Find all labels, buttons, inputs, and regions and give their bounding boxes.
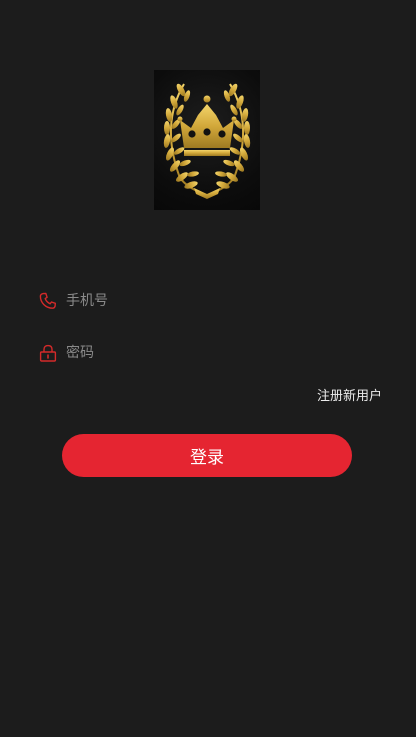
password-field[interactable]: [38, 339, 378, 367]
lock-icon: [38, 343, 58, 363]
register-link[interactable]: 注册新用户: [317, 385, 382, 404]
crown-laurel-icon: [163, 83, 251, 199]
app-logo: [154, 70, 260, 210]
phone-input[interactable]: [66, 289, 378, 313]
password-input[interactable]: [66, 341, 378, 365]
phone-icon: [38, 291, 58, 311]
phone-field[interactable]: [38, 287, 378, 315]
login-button[interactable]: 登录: [62, 434, 352, 477]
